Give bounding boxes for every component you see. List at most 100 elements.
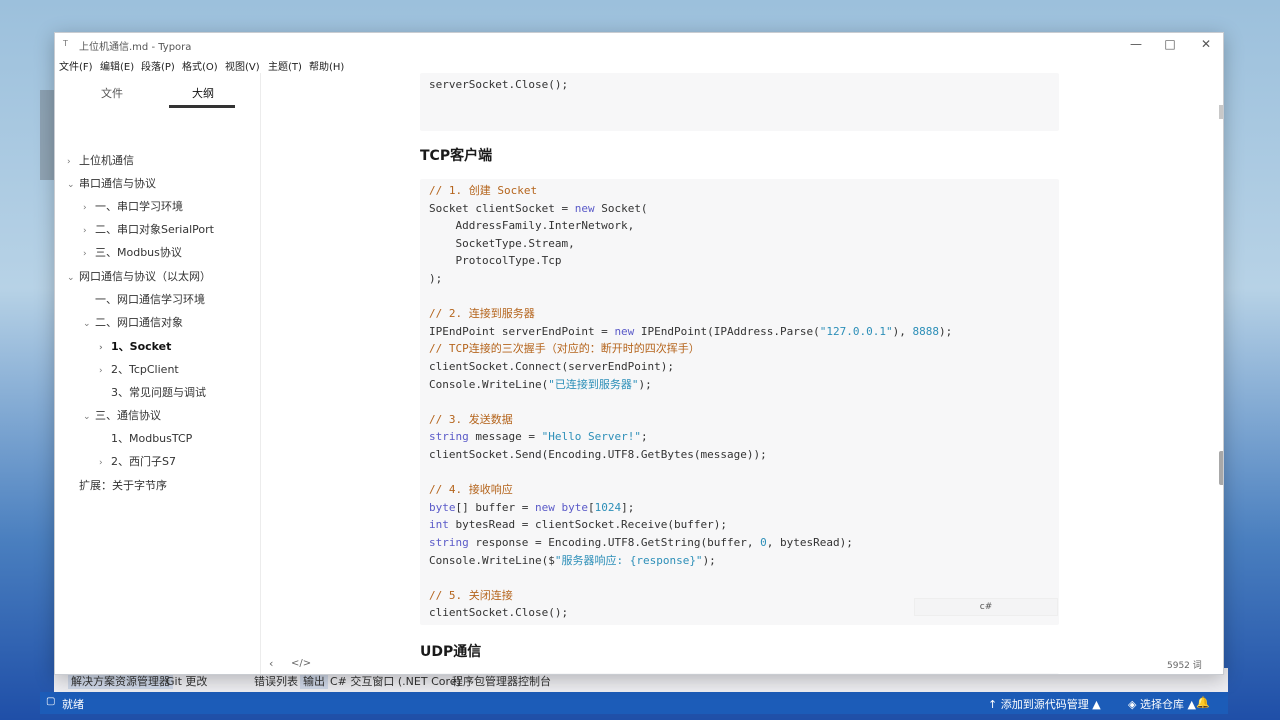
- background-status-bar: ▢ 就绪 ↑ 添加到源代码管理 ▲ ◈ 选择仓库 ▲ 🔔: [40, 692, 1228, 714]
- word-count[interactable]: 5952 词: [1167, 658, 1202, 671]
- select-repository-button[interactable]: ◈ 选择仓库 ▲: [1128, 696, 1196, 712]
- outline-item[interactable]: › 1、Socket: [99, 339, 171, 355]
- outline-item-label: 串口通信与协议: [79, 177, 156, 190]
- outline-item[interactable]: 一、网口通信学习环境: [83, 292, 205, 308]
- chevron-right-icon[interactable]: ›: [99, 363, 111, 379]
- outline-item[interactable]: 1、ModbusTCP: [99, 431, 192, 447]
- tab-output[interactable]: 输出: [300, 673, 328, 689]
- code-comment-line: // 4. 接收响应: [429, 483, 513, 497]
- scrollbar-thumb[interactable]: [1219, 451, 1223, 485]
- outline-item[interactable]: › 上位机通信: [67, 153, 134, 169]
- code-line: string response = Encoding.UTF8.GetStrin…: [429, 536, 853, 549]
- menu-file[interactable]: 文件(F): [59, 58, 93, 73]
- outline-item-label: 上位机通信: [79, 154, 134, 167]
- outline-item-label: 1、ModbusTCP: [111, 432, 193, 445]
- code-line: Console.WriteLine("已连接到服务器");: [429, 377, 652, 391]
- code-line: byte[] buffer = new byte[1024];: [429, 500, 635, 514]
- code-comment-line: // TCP连接的三次握手（对应的：断开时的四次挥手）: [429, 342, 700, 356]
- heading-tcp-client: TCP客户端: [420, 148, 493, 164]
- outline-item-label: 2、TcpClient: [111, 363, 179, 376]
- typora-window: T 上位机通信.md - Typora — □ ✕ 文件(F) 编辑(E) 段落…: [54, 32, 1224, 675]
- scrollbar-top[interactable]: [1219, 105, 1223, 119]
- code-line: clientSocket.Connect(serverEndPoint);: [429, 360, 675, 373]
- notification-icon[interactable]: 🔔: [1196, 696, 1210, 709]
- chevron-right-icon[interactable]: ›: [67, 154, 79, 170]
- code-line: AddressFamily.InterNetwork,: [429, 219, 635, 233]
- outline-item[interactable]: ⌄ 串口通信与协议: [67, 176, 156, 192]
- status-ready: 就绪: [62, 698, 84, 711]
- chevron-right-icon[interactable]: ›: [83, 200, 95, 216]
- outline-item-label: 2、西门子S7: [111, 455, 176, 468]
- menu-edit[interactable]: 编辑(E): [100, 58, 134, 73]
- code-language-tag[interactable]: c#: [914, 598, 1058, 616]
- code-line: );: [429, 272, 443, 285]
- chevron-right-icon[interactable]: ›: [83, 223, 95, 239]
- chevron-down-icon[interactable]: ⌄: [83, 409, 95, 425]
- chevron-down-icon[interactable]: ⌄: [83, 316, 95, 332]
- outline-item-label: 三、通信协议: [95, 409, 161, 422]
- outline-item-label: 一、串口学习环境: [95, 200, 183, 213]
- chevron-right-icon[interactable]: ›: [83, 246, 95, 262]
- udp-code-block[interactable]: // UDP 服务器端Socket udpServer = new Socket…: [420, 673, 1059, 674]
- background-window-edge: [40, 90, 54, 180]
- menu-paragraph[interactable]: 段落(P): [141, 58, 175, 73]
- code-comment-line: // 1. 创建 Socket: [429, 184, 538, 197]
- close-button[interactable]: ✕: [1191, 35, 1221, 53]
- outline-item-label: 1、Socket: [111, 340, 172, 353]
- menu-format[interactable]: 格式(O): [182, 58, 218, 73]
- previous-code-block[interactable]: serverSocket.Close();: [420, 73, 1059, 131]
- outline-item[interactable]: › 三、Modbus协议: [83, 245, 182, 261]
- outline-item-label: 网口通信与协议（以太网）: [79, 270, 211, 283]
- code-line: clientSocket.Close();: [429, 606, 569, 620]
- menu-help[interactable]: 帮助(H): [309, 58, 344, 73]
- outline-item[interactable]: ⌄ 三、通信协议: [83, 408, 161, 424]
- outline-item[interactable]: › 一、串口学习环境: [83, 199, 183, 215]
- toggle-sidebar-icon[interactable]: ‹: [269, 657, 273, 670]
- tab-package-manager-console[interactable]: 程序包管理器控制台: [452, 673, 551, 689]
- tab-error-list[interactable]: 错误列表: [254, 673, 298, 689]
- code-line: int bytesRead = clientSocket.Receive(buf…: [429, 518, 728, 532]
- chevron-right-icon[interactable]: ›: [99, 340, 111, 356]
- outline-item[interactable]: › 二、串口对象SerialPort: [83, 222, 214, 238]
- active-tab-indicator: [169, 105, 235, 108]
- code-line: clientSocket.Send(Encoding.UTF8.GetBytes…: [429, 448, 767, 461]
- app-icon: T: [63, 39, 68, 48]
- menu-bar: 文件(F) 编辑(E) 段落(P) 格式(O) 视图(V) 主题(T) 帮助(H…: [55, 55, 1223, 73]
- chevron-right-icon[interactable]: ›: [99, 455, 111, 471]
- code-line: Console.WriteLine($"服务器响应: {response}");: [429, 553, 716, 567]
- tab-outline[interactable]: 大纲: [192, 85, 214, 101]
- outline-item[interactable]: 3、常见问题与调试: [99, 385, 206, 401]
- code-line: serverSocket.Close();: [429, 78, 569, 91]
- tab-git-changes[interactable]: Git 更改: [166, 673, 207, 689]
- code-line: ProtocolType.Tcp: [429, 254, 562, 268]
- chevron-down-icon[interactable]: ⌄: [67, 177, 79, 193]
- maximize-button[interactable]: □: [1155, 35, 1185, 53]
- outline-item[interactable]: › 2、TcpClient: [99, 362, 179, 378]
- code-comment-line: // 2. 连接到服务器: [429, 307, 535, 321]
- outline-item[interactable]: ⌄ 网口通信与协议（以太网）: [67, 269, 211, 285]
- tcp-client-code-block[interactable]: // 1. 创建 Socket Socket clientSocket = new…: [420, 179, 1059, 625]
- heading-udp: UDP通信: [420, 644, 482, 660]
- menu-view[interactable]: 视图(V): [225, 58, 260, 73]
- code-line: IPEndPoint serverEndPoint = new IPEndPoi…: [429, 324, 953, 338]
- tab-files[interactable]: 文件: [101, 85, 123, 101]
- title-bar: T 上位机通信.md - Typora — □ ✕: [55, 33, 1223, 55]
- add-to-source-control-button[interactable]: ↑ 添加到源代码管理 ▲: [988, 696, 1101, 712]
- outline-item-label: 二、串口对象SerialPort: [95, 223, 214, 236]
- code-comment-line: // 5. 关闭连接: [429, 588, 513, 602]
- minimize-button[interactable]: —: [1121, 35, 1151, 53]
- chevron-down-icon[interactable]: ⌄: [67, 270, 79, 286]
- outline-item[interactable]: 扩展：关于字节序: [67, 478, 167, 494]
- menu-theme[interactable]: 主题(T): [268, 58, 302, 73]
- outline-item-label: 3、常见问题与调试: [111, 386, 206, 399]
- outline-item-label: 二、网口通信对象: [95, 316, 183, 329]
- outline-item[interactable]: › 2、西门子S7: [99, 454, 176, 470]
- tab-csharp-interactive[interactable]: C# 交互窗口 (.NET Core): [330, 673, 461, 689]
- editor-area: serverSocket.Close(); TCP客户端 // 1. 创建 So…: [262, 73, 1223, 674]
- code-line: SocketType.Stream,: [429, 236, 575, 250]
- sidebar: 文件 大纲 › 上位机通信 ⌄ 串口通信与协议 › 一、串口学习环境 › 二、串口对象Seri…: [55, 73, 261, 674]
- code-comment-line: // 3. 发送数据: [429, 412, 513, 426]
- source-mode-icon[interactable]: </>: [291, 658, 311, 669]
- tab-solution-explorer[interactable]: 解决方案资源管理器: [68, 673, 173, 689]
- outline-item[interactable]: ⌄ 二、网口通信对象: [83, 315, 183, 331]
